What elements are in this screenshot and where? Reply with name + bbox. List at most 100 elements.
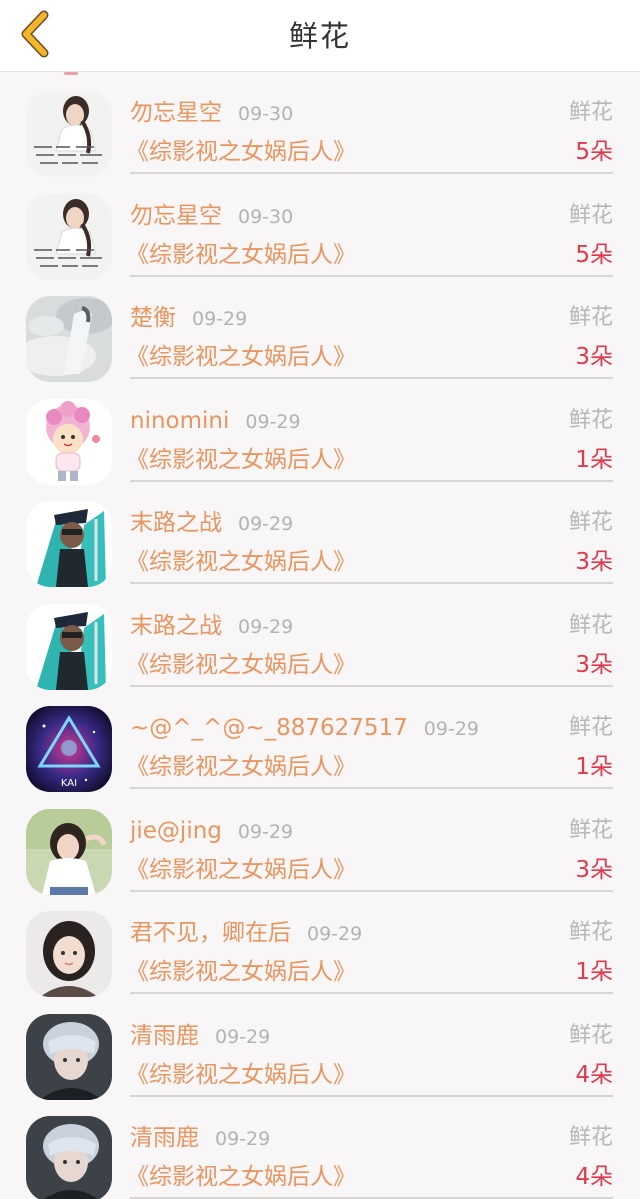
username[interactable]: 楚衡 bbox=[130, 305, 176, 331]
record-date: 09-29 bbox=[237, 820, 294, 843]
avatar[interactable] bbox=[26, 911, 112, 997]
top-bar: 鲜花 bbox=[0, 0, 640, 72]
record-content: 末路之战 09-29 鲜花 《综影视之女娲后人》 3朵 bbox=[126, 585, 613, 687]
avatar[interactable] bbox=[26, 91, 112, 177]
record-date: 09-29 bbox=[192, 308, 248, 330]
book-title[interactable]: 《综影视之女娲后人》 bbox=[126, 545, 356, 579]
username[interactable]: ~@^_^@~_887627517 bbox=[130, 715, 408, 741]
username[interactable]: 末路之战 bbox=[130, 510, 222, 536]
record-date: 09-29 bbox=[238, 513, 294, 535]
username[interactable]: 勿忘星空 bbox=[130, 203, 222, 229]
book-title[interactable]: 《综影视之女娲后人》 bbox=[126, 750, 356, 784]
flower-record-list[interactable]: 勿忘星空 09-30 鲜花 《综影视之女娲后人》 5朵 勿忘星空 09-30 鲜花 … bbox=[0, 72, 640, 1199]
user-line: 末路之战 09-29 bbox=[130, 506, 293, 540]
list-item[interactable]: 勿忘星空 09-30 鲜花 《综影视之女娲后人》 5朵 bbox=[0, 175, 640, 280]
avatar[interactable] bbox=[26, 398, 112, 485]
record-date: 09-29 bbox=[307, 923, 363, 945]
record-date: 09-29 bbox=[245, 410, 301, 433]
avatar[interactable] bbox=[26, 193, 112, 280]
book-title[interactable]: 《综影视之女娲后人》 bbox=[126, 648, 356, 682]
gift-type: 鲜花 bbox=[568, 202, 613, 228]
list-item[interactable]: ninomini 09-29 鲜花 《综影视之女娲后人》 1朵 bbox=[0, 380, 640, 485]
user-line: 清雨鹿 09-29 bbox=[130, 1121, 270, 1155]
user-line: 楚衡 09-29 bbox=[130, 301, 247, 335]
page-title: 鲜花 bbox=[288, 19, 351, 53]
username[interactable]: 勿忘星空 bbox=[130, 100, 222, 126]
list-item[interactable]: KAI ~@^_^@~_887627517 09-29 鲜花 《综影视之女娲后人》… bbox=[0, 687, 640, 792]
record-content: 勿忘星空 09-30 鲜花 《综影视之女娲后人》 5朵 bbox=[126, 72, 613, 174]
list-item[interactable]: jie@jing 09-29 鲜花 《综影视之女娲后人》 3朵 bbox=[0, 790, 640, 895]
record-content: 楚衡 09-29 鲜花 《综影视之女娲后人》 3朵 bbox=[126, 277, 613, 379]
flower-count: 4朵 bbox=[575, 1061, 613, 1088]
record-date: 09-29 bbox=[215, 1025, 271, 1048]
flower-count: 5朵 bbox=[575, 241, 613, 268]
record-content: 勿忘星空 09-30 鲜花 《综影视之女娲后人》 5朵 bbox=[126, 175, 613, 277]
book-title[interactable]: 《综影视之女娲后人》 bbox=[126, 135, 356, 169]
record-content: ~@^_^@~_887627517 09-29 鲜花 《综影视之女娲后人》 1朵 bbox=[126, 687, 613, 789]
book-title[interactable]: 《综影视之女娲后人》 bbox=[126, 340, 356, 374]
user-line: 勿忘星空 09-30 bbox=[130, 96, 293, 130]
flower-count: 3朵 bbox=[575, 651, 613, 678]
user-line: 清雨鹿 09-29 bbox=[130, 1019, 270, 1053]
gift-type: 鲜花 bbox=[568, 100, 613, 125]
record-date: 09-30 bbox=[238, 205, 294, 228]
username[interactable]: 君不见，卿在后 bbox=[130, 920, 291, 946]
flower-count: 5朵 bbox=[575, 139, 613, 165]
flower-count: 1朵 bbox=[575, 446, 613, 473]
record-content: 君不见，卿在后 09-29 鲜花 《综影视之女娲后人》 1朵 bbox=[126, 892, 613, 994]
avatar[interactable] bbox=[26, 1116, 112, 1199]
gift-type: 鲜花 bbox=[568, 817, 613, 843]
gift-type: 鲜花 bbox=[568, 920, 613, 945]
list-item[interactable]: 楚衡 09-29 鲜花 《综影视之女娲后人》 3朵 bbox=[0, 277, 640, 382]
user-line: ~@^_^@~_887627517 09-29 bbox=[130, 711, 479, 745]
book-title[interactable]: 《综影视之女娲后人》 bbox=[126, 443, 356, 477]
username[interactable]: 清雨鹿 bbox=[130, 1125, 199, 1151]
user-line: 勿忘星空 09-30 bbox=[130, 199, 293, 233]
user-line: 末路之战 09-29 bbox=[130, 609, 293, 643]
list-item[interactable]: 君不见，卿在后 09-29 鲜花 《综影视之女娲后人》 1朵 bbox=[0, 892, 640, 997]
flower-count: 4朵 bbox=[575, 1164, 613, 1190]
user-line: jie@jing 09-29 bbox=[130, 814, 293, 848]
gift-type: 鲜花 bbox=[568, 305, 613, 330]
username[interactable]: ninomini bbox=[130, 408, 229, 434]
book-title[interactable]: 《综影视之女娲后人》 bbox=[126, 238, 356, 272]
avatar[interactable]: KAI bbox=[26, 706, 112, 792]
record-content: ninomini 09-29 鲜花 《综影视之女娲后人》 1朵 bbox=[126, 380, 613, 482]
book-title[interactable]: 《综影视之女娲后人》 bbox=[126, 955, 356, 989]
record-date: 09-29 bbox=[238, 615, 294, 638]
gift-type: 鲜花 bbox=[568, 1125, 613, 1150]
flower-count: 1朵 bbox=[575, 959, 613, 985]
record-content: jie@jing 09-29 鲜花 《综影视之女娲后人》 3朵 bbox=[126, 790, 613, 892]
record-content: 清雨鹿 09-29 鲜花 《综影视之女娲后人》 4朵 bbox=[126, 1097, 613, 1199]
list-item[interactable]: 末路之战 09-29 鲜花 《综影视之女娲后人》 3朵 bbox=[0, 482, 640, 587]
flower-count: 3朵 bbox=[575, 856, 613, 883]
avatar[interactable] bbox=[26, 1013, 112, 1100]
list-item[interactable]: 勿忘星空 09-30 鲜花 《综影视之女娲后人》 5朵 bbox=[0, 72, 640, 177]
record-content: 清雨鹿 09-29 鲜花 《综影视之女娲后人》 4朵 bbox=[126, 995, 613, 1097]
avatar[interactable] bbox=[26, 603, 112, 690]
book-title[interactable]: 《综影视之女娲后人》 bbox=[126, 1160, 356, 1194]
flower-count: 1朵 bbox=[575, 754, 613, 780]
list-item[interactable]: 清雨鹿 09-29 鲜花 《综影视之女娲后人》 4朵 bbox=[0, 1097, 640, 1199]
gift-type: 鲜花 bbox=[568, 612, 613, 638]
record-date: 09-29 bbox=[423, 718, 480, 740]
username[interactable]: jie@jing bbox=[130, 818, 222, 844]
flower-count: 3朵 bbox=[575, 549, 613, 575]
book-title[interactable]: 《综影视之女娲后人》 bbox=[126, 1058, 356, 1092]
list-item[interactable]: 清雨鹿 09-29 鲜花 《综影视之女娲后人》 4朵 bbox=[0, 995, 640, 1100]
record-date: 09-29 bbox=[215, 1128, 271, 1150]
gift-type: 鲜花 bbox=[568, 510, 613, 535]
avatar[interactable] bbox=[26, 501, 112, 587]
avatar[interactable] bbox=[26, 296, 112, 382]
user-line: 君不见，卿在后 09-29 bbox=[130, 916, 362, 950]
username[interactable]: 清雨鹿 bbox=[130, 1023, 199, 1049]
username[interactable]: 末路之战 bbox=[130, 613, 222, 639]
avatar[interactable] bbox=[26, 808, 112, 895]
flower-count: 3朵 bbox=[575, 344, 613, 370]
gift-type: 鲜花 bbox=[568, 407, 613, 433]
avatar-caption: KAI bbox=[61, 778, 77, 789]
list-item[interactable]: 末路之战 09-29 鲜花 《综影视之女娲后人》 3朵 bbox=[0, 585, 640, 690]
record-date: 09-30 bbox=[238, 103, 294, 125]
book-title[interactable]: 《综影视之女娲后人》 bbox=[126, 853, 356, 887]
record-content: 末路之战 09-29 鲜花 《综影视之女娲后人》 3朵 bbox=[126, 482, 613, 584]
